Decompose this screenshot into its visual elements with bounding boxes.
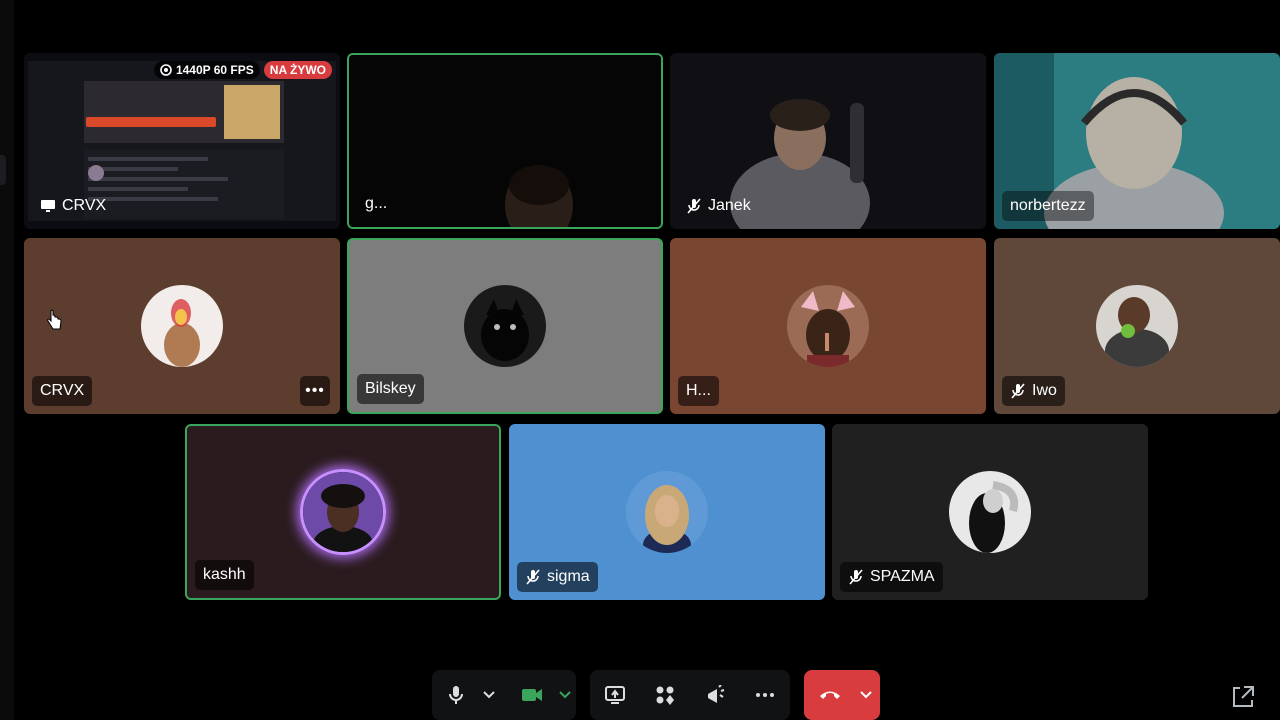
popout-icon[interactable] bbox=[1230, 684, 1256, 710]
participant-name: CRVX bbox=[62, 197, 107, 214]
stream-badges: 1440P 60 FPS NA ŻYWO bbox=[153, 61, 332, 79]
screen-share-icon bbox=[605, 686, 625, 704]
tile-crvx-stream[interactable]: 1440P 60 FPS NA ŻYWO CRVX bbox=[24, 53, 340, 229]
stream-quality-icon bbox=[160, 64, 172, 76]
camera-feed bbox=[349, 55, 661, 227]
more-icon bbox=[756, 693, 774, 697]
avatar bbox=[1096, 285, 1178, 367]
hand-cursor-icon bbox=[47, 309, 62, 330]
participant-name: Iwo bbox=[1032, 382, 1057, 399]
participant-name: CRVX bbox=[40, 382, 85, 399]
tile-sigma[interactable]: sigma bbox=[509, 424, 825, 600]
avatar bbox=[626, 471, 708, 553]
disconnect-options-button[interactable] bbox=[856, 670, 876, 720]
participant-label: Janek bbox=[678, 191, 759, 221]
chevron-down-icon bbox=[483, 691, 495, 699]
camera-button[interactable] bbox=[508, 670, 556, 720]
muted-microphone-icon bbox=[687, 198, 701, 214]
quality-badge: 1440P 60 FPS bbox=[153, 61, 260, 79]
camera-icon bbox=[522, 689, 542, 701]
participant-label: g... bbox=[357, 189, 395, 219]
participant-name: H... bbox=[686, 382, 711, 399]
more-button[interactable] bbox=[740, 670, 790, 720]
activities-button[interactable] bbox=[640, 670, 690, 720]
camera-options-button[interactable] bbox=[556, 670, 574, 720]
participant-label: SPAZMA bbox=[840, 562, 943, 592]
hang-up-icon bbox=[820, 691, 840, 699]
activities-icon bbox=[656, 686, 674, 705]
microphone-button[interactable] bbox=[432, 670, 480, 720]
participant-label: CRVX bbox=[32, 376, 93, 406]
participant-name: g... bbox=[365, 195, 388, 212]
muted-microphone-icon bbox=[849, 569, 863, 585]
participant-label: Bilskey bbox=[357, 374, 424, 404]
muted-microphone-icon bbox=[1011, 383, 1025, 399]
sidebar-edge bbox=[0, 0, 14, 720]
tile-iwo[interactable]: Iwo bbox=[994, 238, 1280, 414]
participant-label: sigma bbox=[517, 562, 598, 592]
tile-g[interactable]: g... bbox=[347, 53, 663, 229]
participant-label: norbertezz bbox=[1002, 191, 1094, 221]
end-call-group bbox=[804, 670, 880, 720]
participant-name: kashh bbox=[203, 566, 246, 583]
avatar bbox=[787, 285, 869, 367]
tile-spazma[interactable]: SPAZMA bbox=[832, 424, 1148, 600]
disconnect-button[interactable] bbox=[804, 670, 856, 720]
chevron-down-icon bbox=[860, 691, 872, 699]
avatar bbox=[300, 469, 386, 555]
participant-name: norbertezz bbox=[1010, 197, 1086, 214]
participant-label: Iwo bbox=[1002, 376, 1065, 406]
avatar bbox=[141, 285, 223, 367]
screen-share-button[interactable] bbox=[590, 670, 640, 720]
live-badge: NA ŻYWO bbox=[263, 61, 332, 79]
tile-crvx[interactable]: CRVX ••• bbox=[24, 238, 340, 414]
microphone-options-button[interactable] bbox=[480, 670, 498, 720]
participant-label: H... bbox=[678, 376, 719, 406]
microphone-icon bbox=[449, 686, 463, 704]
avatar bbox=[949, 471, 1031, 553]
participant-name: Bilskey bbox=[365, 380, 416, 397]
more-options-button[interactable]: ••• bbox=[300, 376, 330, 406]
soundboard-button[interactable] bbox=[690, 670, 740, 720]
tile-bilskey[interactable]: Bilskey bbox=[347, 238, 663, 414]
voice-video-controls bbox=[432, 670, 576, 720]
quality-text: 1440P 60 FPS bbox=[175, 63, 254, 77]
avatar bbox=[464, 285, 546, 367]
tile-janek[interactable]: Janek bbox=[670, 53, 986, 229]
chevron-down-icon bbox=[559, 691, 571, 699]
activity-controls bbox=[590, 670, 790, 720]
muted-microphone-icon bbox=[526, 569, 540, 585]
participant-name: SPAZMA bbox=[870, 568, 935, 585]
participant-name: sigma bbox=[547, 568, 590, 585]
participant-label: CRVX bbox=[32, 191, 114, 221]
soundboard-icon bbox=[708, 685, 725, 703]
participant-label: kashh bbox=[195, 560, 254, 590]
sidebar-notch bbox=[0, 155, 6, 185]
tile-h[interactable]: H... bbox=[670, 238, 986, 414]
tile-kashh[interactable]: kashh bbox=[185, 424, 501, 600]
tile-norbertezz[interactable]: norbertezz bbox=[994, 53, 1280, 229]
screen-icon bbox=[41, 200, 55, 212]
participant-name: Janek bbox=[708, 197, 751, 214]
